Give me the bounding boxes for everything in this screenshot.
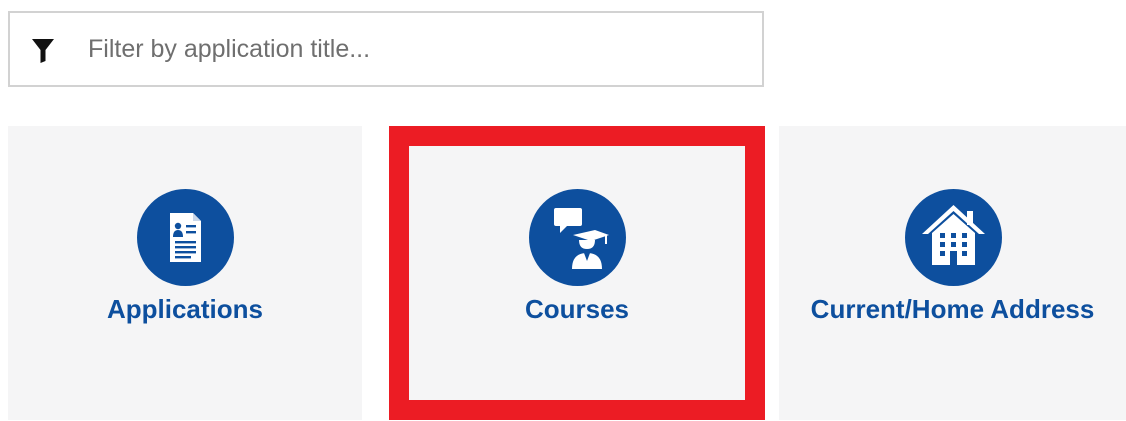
tile-current-home-address[interactable]: Current/Home Address [779, 126, 1126, 420]
filter-input[interactable] [88, 27, 748, 71]
house-icon [904, 189, 1002, 286]
tile-courses[interactable]: Courses [389, 126, 765, 420]
graduate-speech-icon [529, 189, 626, 286]
filter-box[interactable] [8, 11, 764, 87]
tile-applications[interactable]: Applications [8, 126, 362, 420]
tile-label-current-home-address: Current/Home Address [810, 294, 1095, 324]
tile-label-applications: Applications [106, 294, 263, 324]
document-profile-icon [137, 189, 234, 286]
tile-label-courses: Courses [524, 294, 630, 324]
filter-icon [32, 39, 54, 63]
